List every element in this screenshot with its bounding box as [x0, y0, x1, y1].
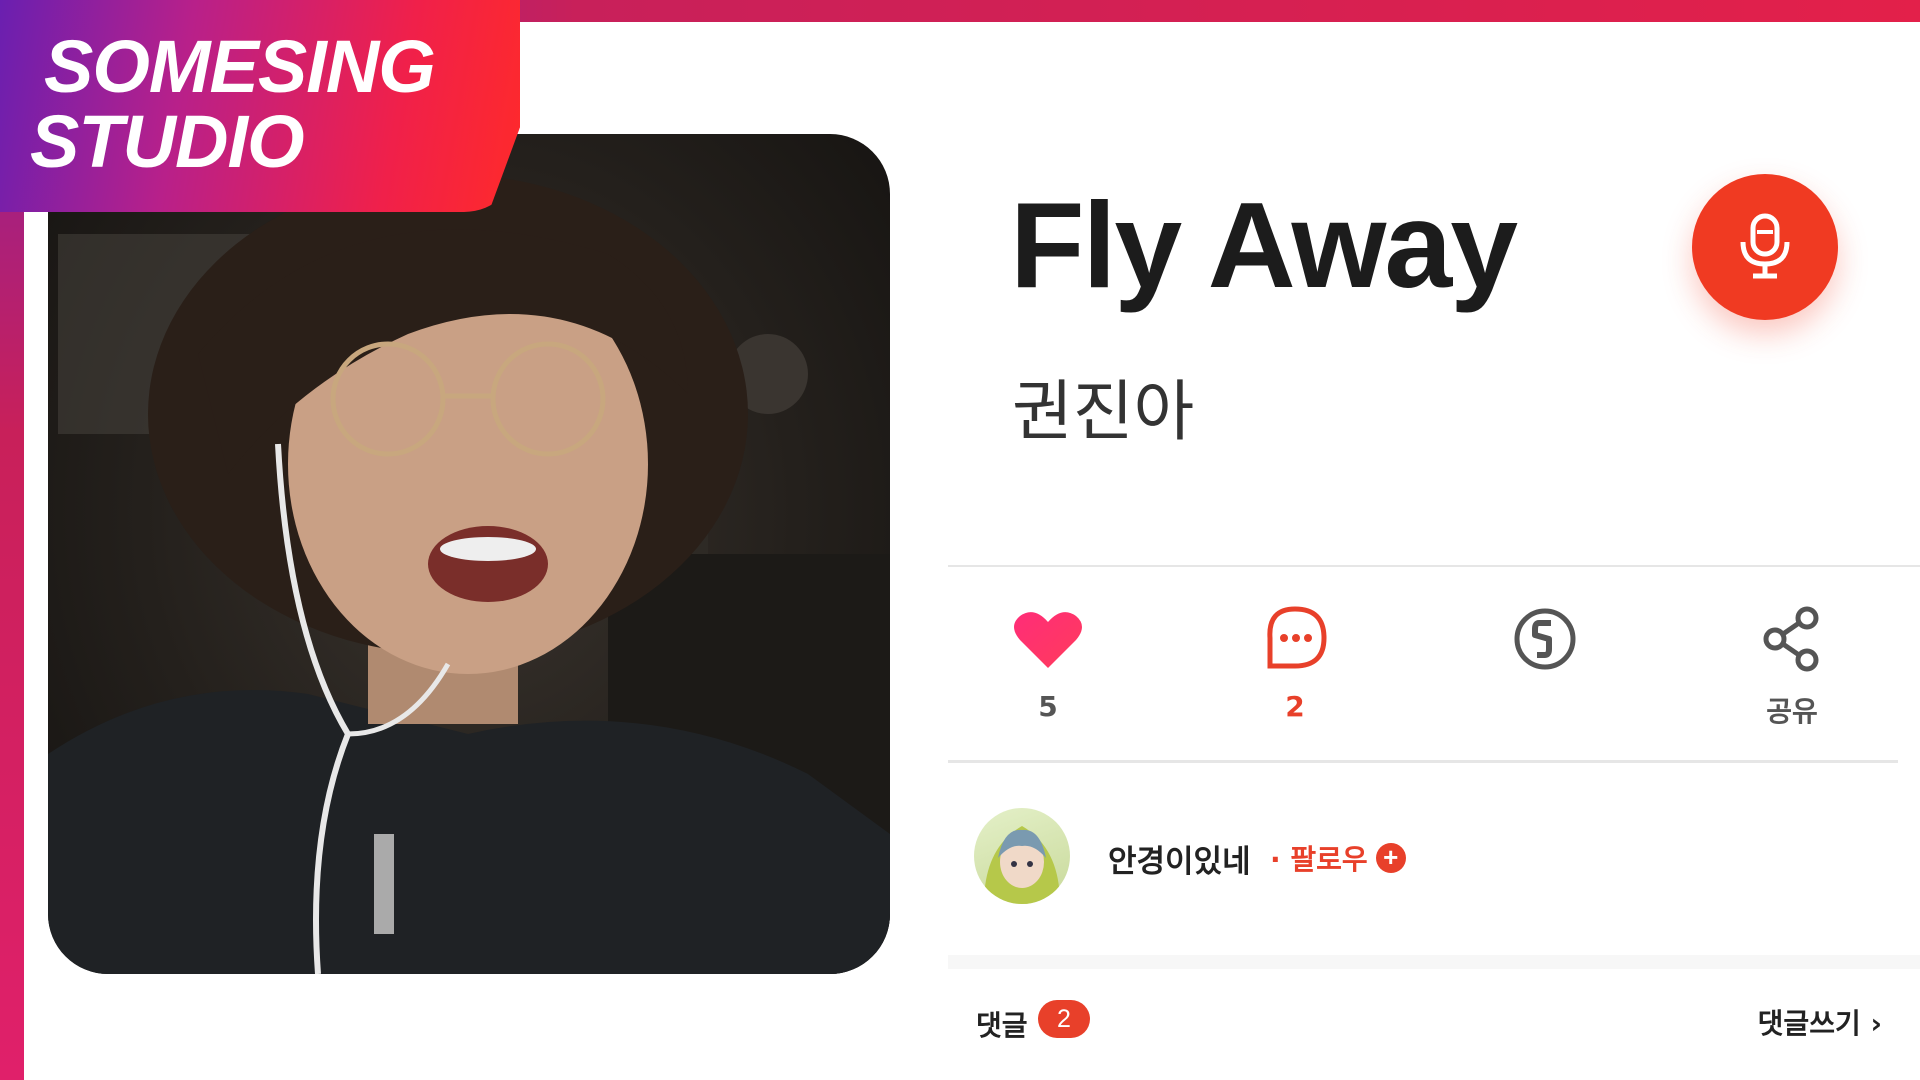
section-separator	[948, 955, 1920, 969]
artist-name: 권진아	[1012, 373, 1195, 450]
heart-icon	[1014, 612, 1082, 668]
follow-button[interactable]: · 팔로우 +	[1270, 838, 1406, 878]
video-frame-illustration	[48, 174, 890, 974]
follow-label: · 팔로우	[1270, 843, 1368, 876]
share-label: 공유	[1766, 695, 1818, 728]
comment-bubble-icon	[1267, 606, 1327, 669]
video-player[interactable]	[48, 134, 890, 974]
write-comment-link[interactable]: 댓글쓰기 ›	[1758, 1002, 1882, 1042]
follow-plus-icon: +	[1375, 843, 1406, 873]
user-name[interactable]: 안경이있네	[1108, 836, 1251, 881]
comments-count-badge: 2	[1038, 1000, 1090, 1038]
divider-top	[948, 565, 1920, 567]
song-title: Fly Away	[1010, 177, 1518, 313]
user-avatar[interactable]	[974, 808, 1070, 904]
brand-line-2: STUDIO	[30, 100, 305, 183]
share-button[interactable]: 공유	[1722, 600, 1862, 730]
somesing-action-button[interactable]	[1475, 600, 1615, 678]
comment-button[interactable]: 2	[1225, 600, 1365, 723]
comment-count: 2	[1285, 690, 1305, 723]
sing-button[interactable]	[1692, 174, 1838, 320]
like-button[interactable]: 5	[978, 600, 1118, 723]
divider-middle	[948, 760, 1898, 763]
somesing-logo-icon	[1514, 608, 1576, 670]
avatar-illustration	[984, 826, 1060, 904]
comments-label: 댓글	[976, 1009, 1028, 1042]
like-count: 5	[1038, 690, 1058, 723]
microphone-icon	[1740, 213, 1790, 279]
somesing-studio-badge: SOMESING STUDIO	[0, 0, 520, 212]
brand-line-1: SOMESING	[44, 25, 436, 108]
share-icon	[1763, 606, 1819, 672]
